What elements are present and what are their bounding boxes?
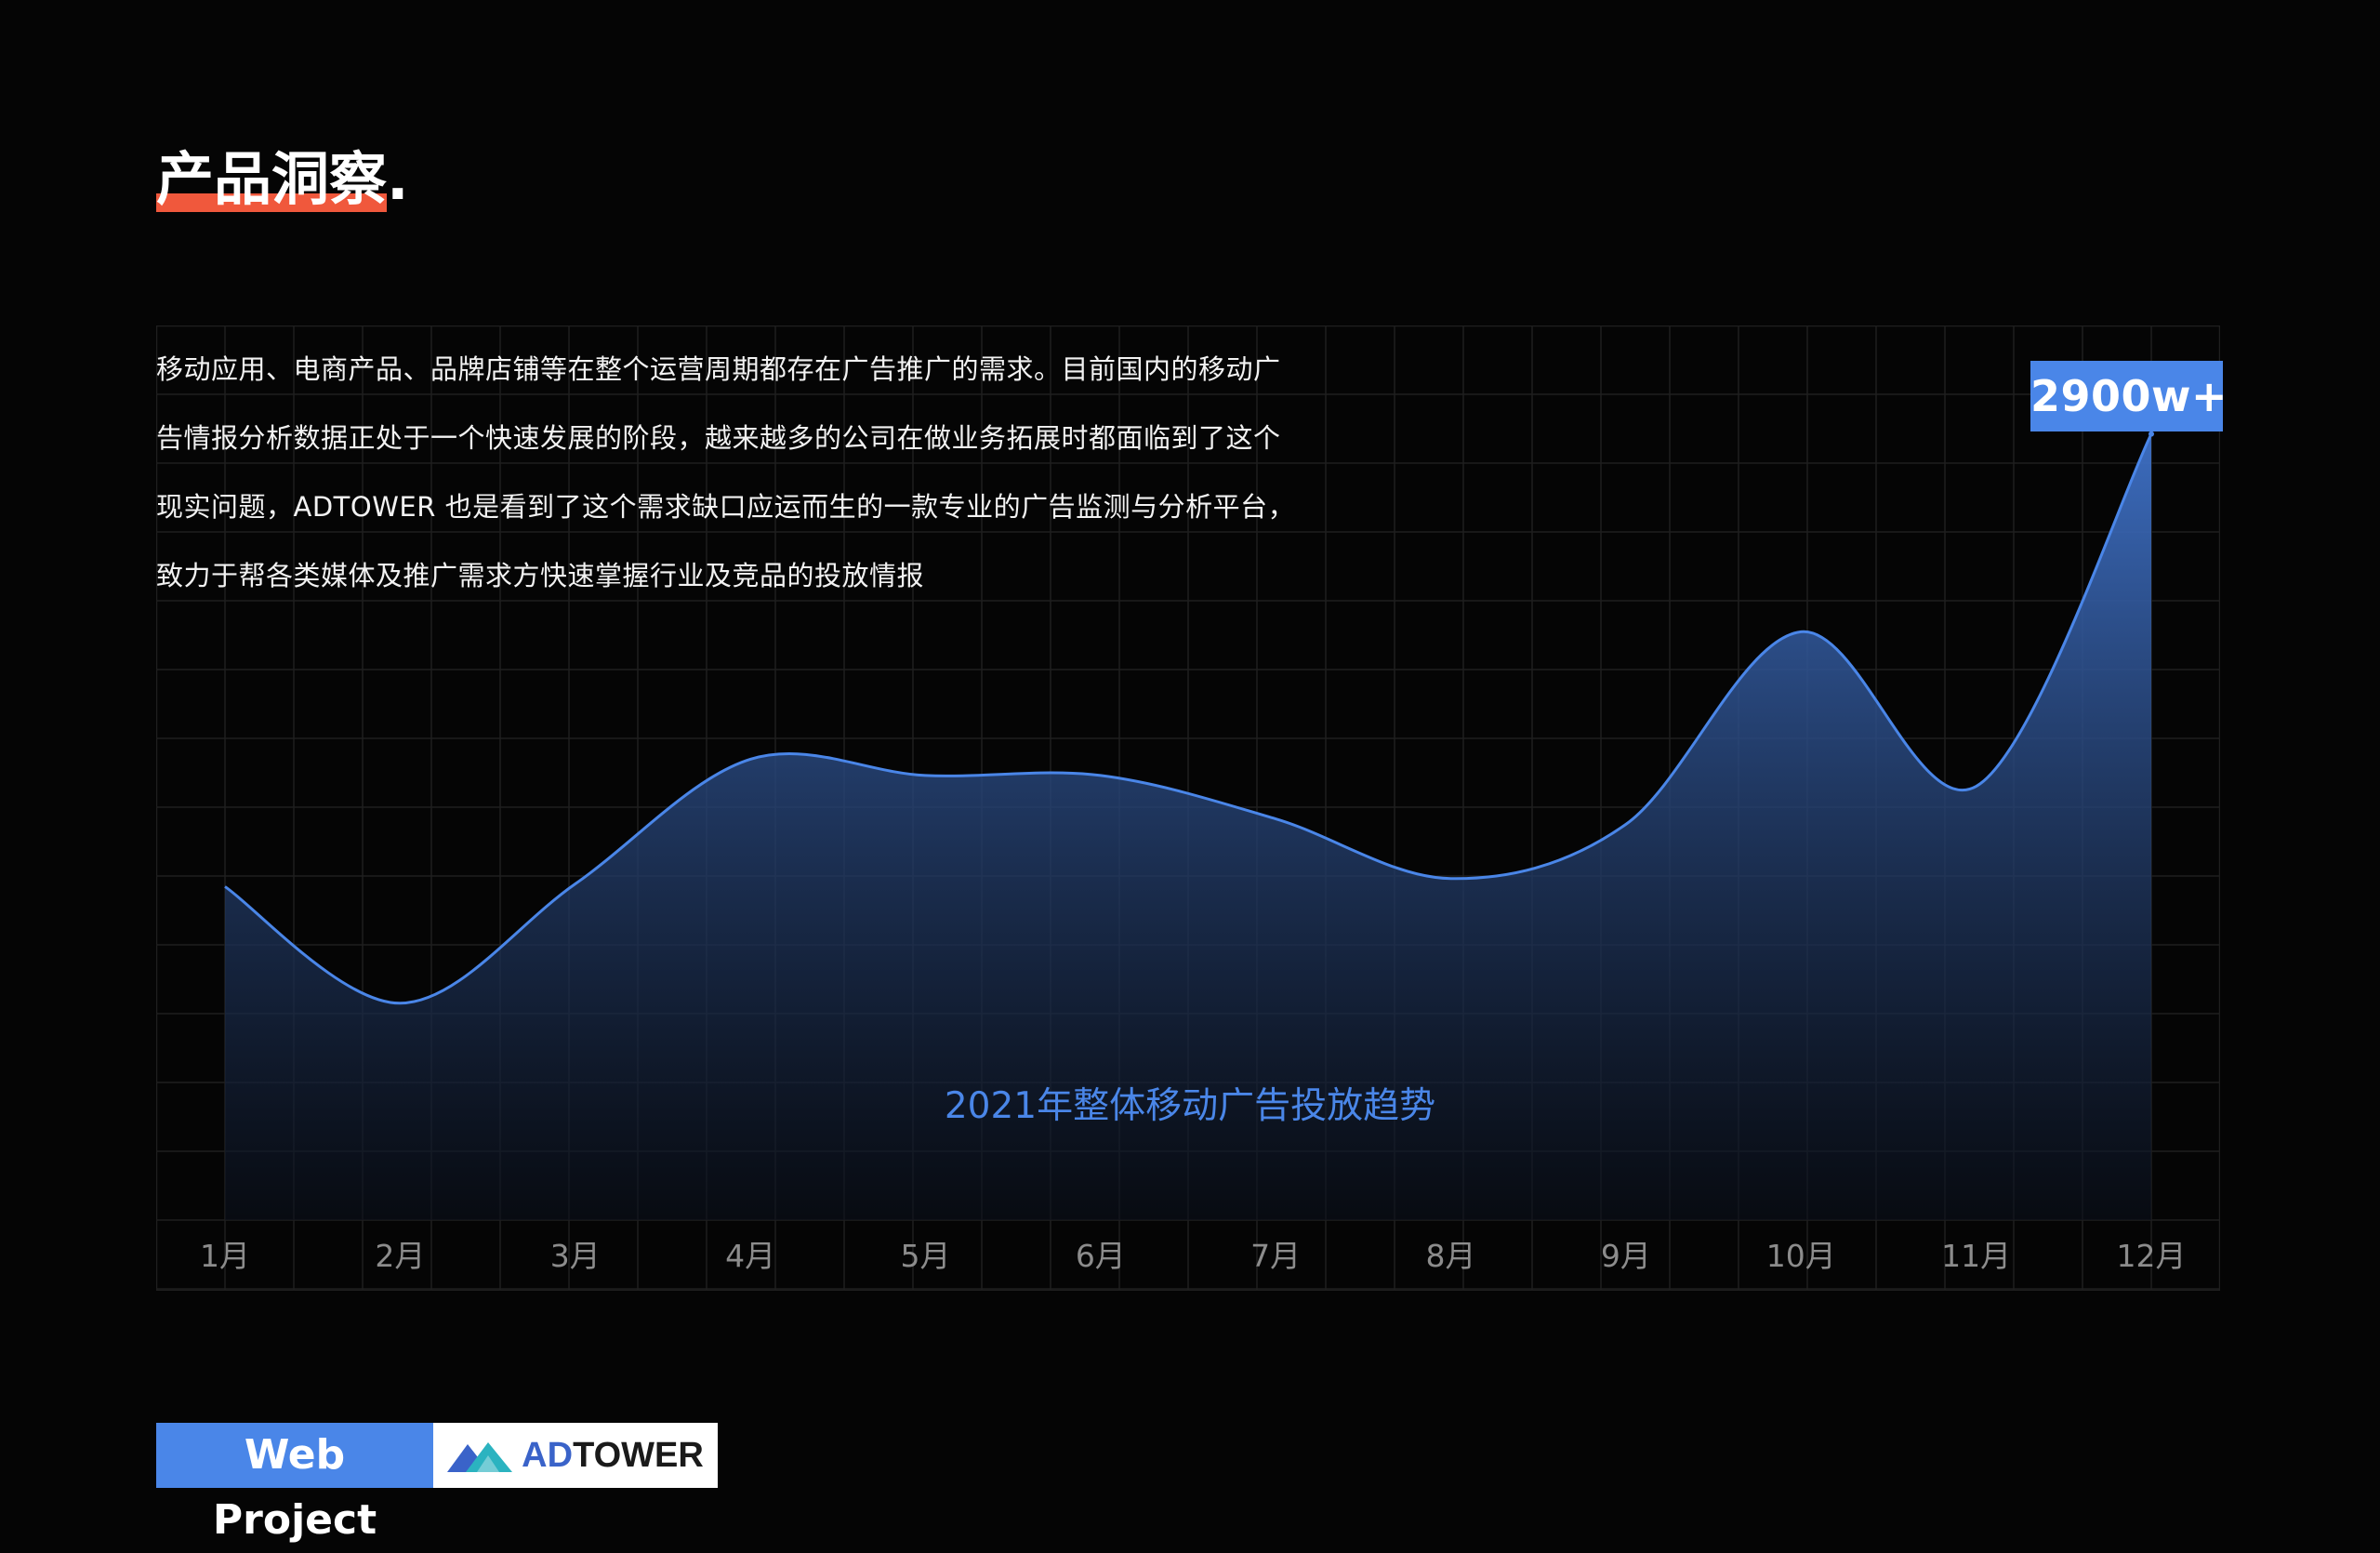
x-tick-label: 12月 bbox=[2117, 1238, 2187, 1274]
chart-x-ticks: 1月 2月 3月 4月 5月 6月 7月 8月 9月 10月 11月 12月 bbox=[200, 1238, 2187, 1274]
chart-data-point bbox=[2149, 431, 2154, 437]
intro-line: 现实问题，ADTOWER 也是看到了这个需求缺口应运而生的一款专业的广告监测与分… bbox=[156, 491, 1296, 523]
x-tick-label: 10月 bbox=[1766, 1238, 1836, 1274]
x-tick-label: 4月 bbox=[725, 1238, 775, 1274]
mountain-logo-icon bbox=[447, 1442, 513, 1472]
x-tick-label: 9月 bbox=[1601, 1238, 1651, 1274]
intro-line: 致力于帮各类媒体及推广需求方快速掌握行业及竞品的投放情报 bbox=[156, 560, 925, 591]
x-tick-label: 1月 bbox=[200, 1238, 250, 1274]
intro-line: 移动应用、电商产品、品牌店铺等在整个运营周期都存在广告推广的需求。目前国内的移动… bbox=[156, 353, 1281, 385]
chart-caption: 2021年整体移动广告投放趋势 bbox=[944, 1085, 1436, 1127]
footer: Web Project ADTOWER bbox=[156, 1423, 718, 1544]
x-tick-label: 2月 bbox=[375, 1238, 425, 1274]
x-tick-label: 8月 bbox=[1426, 1238, 1476, 1274]
brand-wordmark-suffix: TOWER bbox=[573, 1435, 704, 1475]
footer-brand: ADTOWER bbox=[433, 1423, 718, 1488]
x-tick-label: 6月 bbox=[1076, 1238, 1126, 1274]
x-tick-label: 11月 bbox=[1941, 1238, 2011, 1274]
page-title-dot: . bbox=[387, 145, 409, 213]
page-title: 产品洞察 bbox=[156, 145, 388, 213]
x-tick-label: 3月 bbox=[550, 1238, 601, 1274]
x-tick-label: 5月 bbox=[900, 1238, 950, 1274]
brand-wordmark: ADTOWER bbox=[522, 1436, 704, 1476]
intro-paragraph: 移动应用、电商产品、品牌店铺等在整个运营周期都存在广告推广的需求。目前国内的移动… bbox=[156, 335, 1309, 610]
x-tick-label: 7月 bbox=[1250, 1238, 1301, 1274]
brand-wordmark-prefix: AD bbox=[522, 1435, 574, 1475]
page-heading: 产品洞察. bbox=[156, 139, 409, 214]
peak-value-badge: 2900w+ bbox=[2030, 361, 2228, 431]
footer-project-label: Web Project bbox=[156, 1423, 433, 1544]
intro-line: 告情报分析数据正处于一个快速发展的阶段，越来越多的公司在做业务拓展时都面临到了这… bbox=[156, 422, 1281, 454]
